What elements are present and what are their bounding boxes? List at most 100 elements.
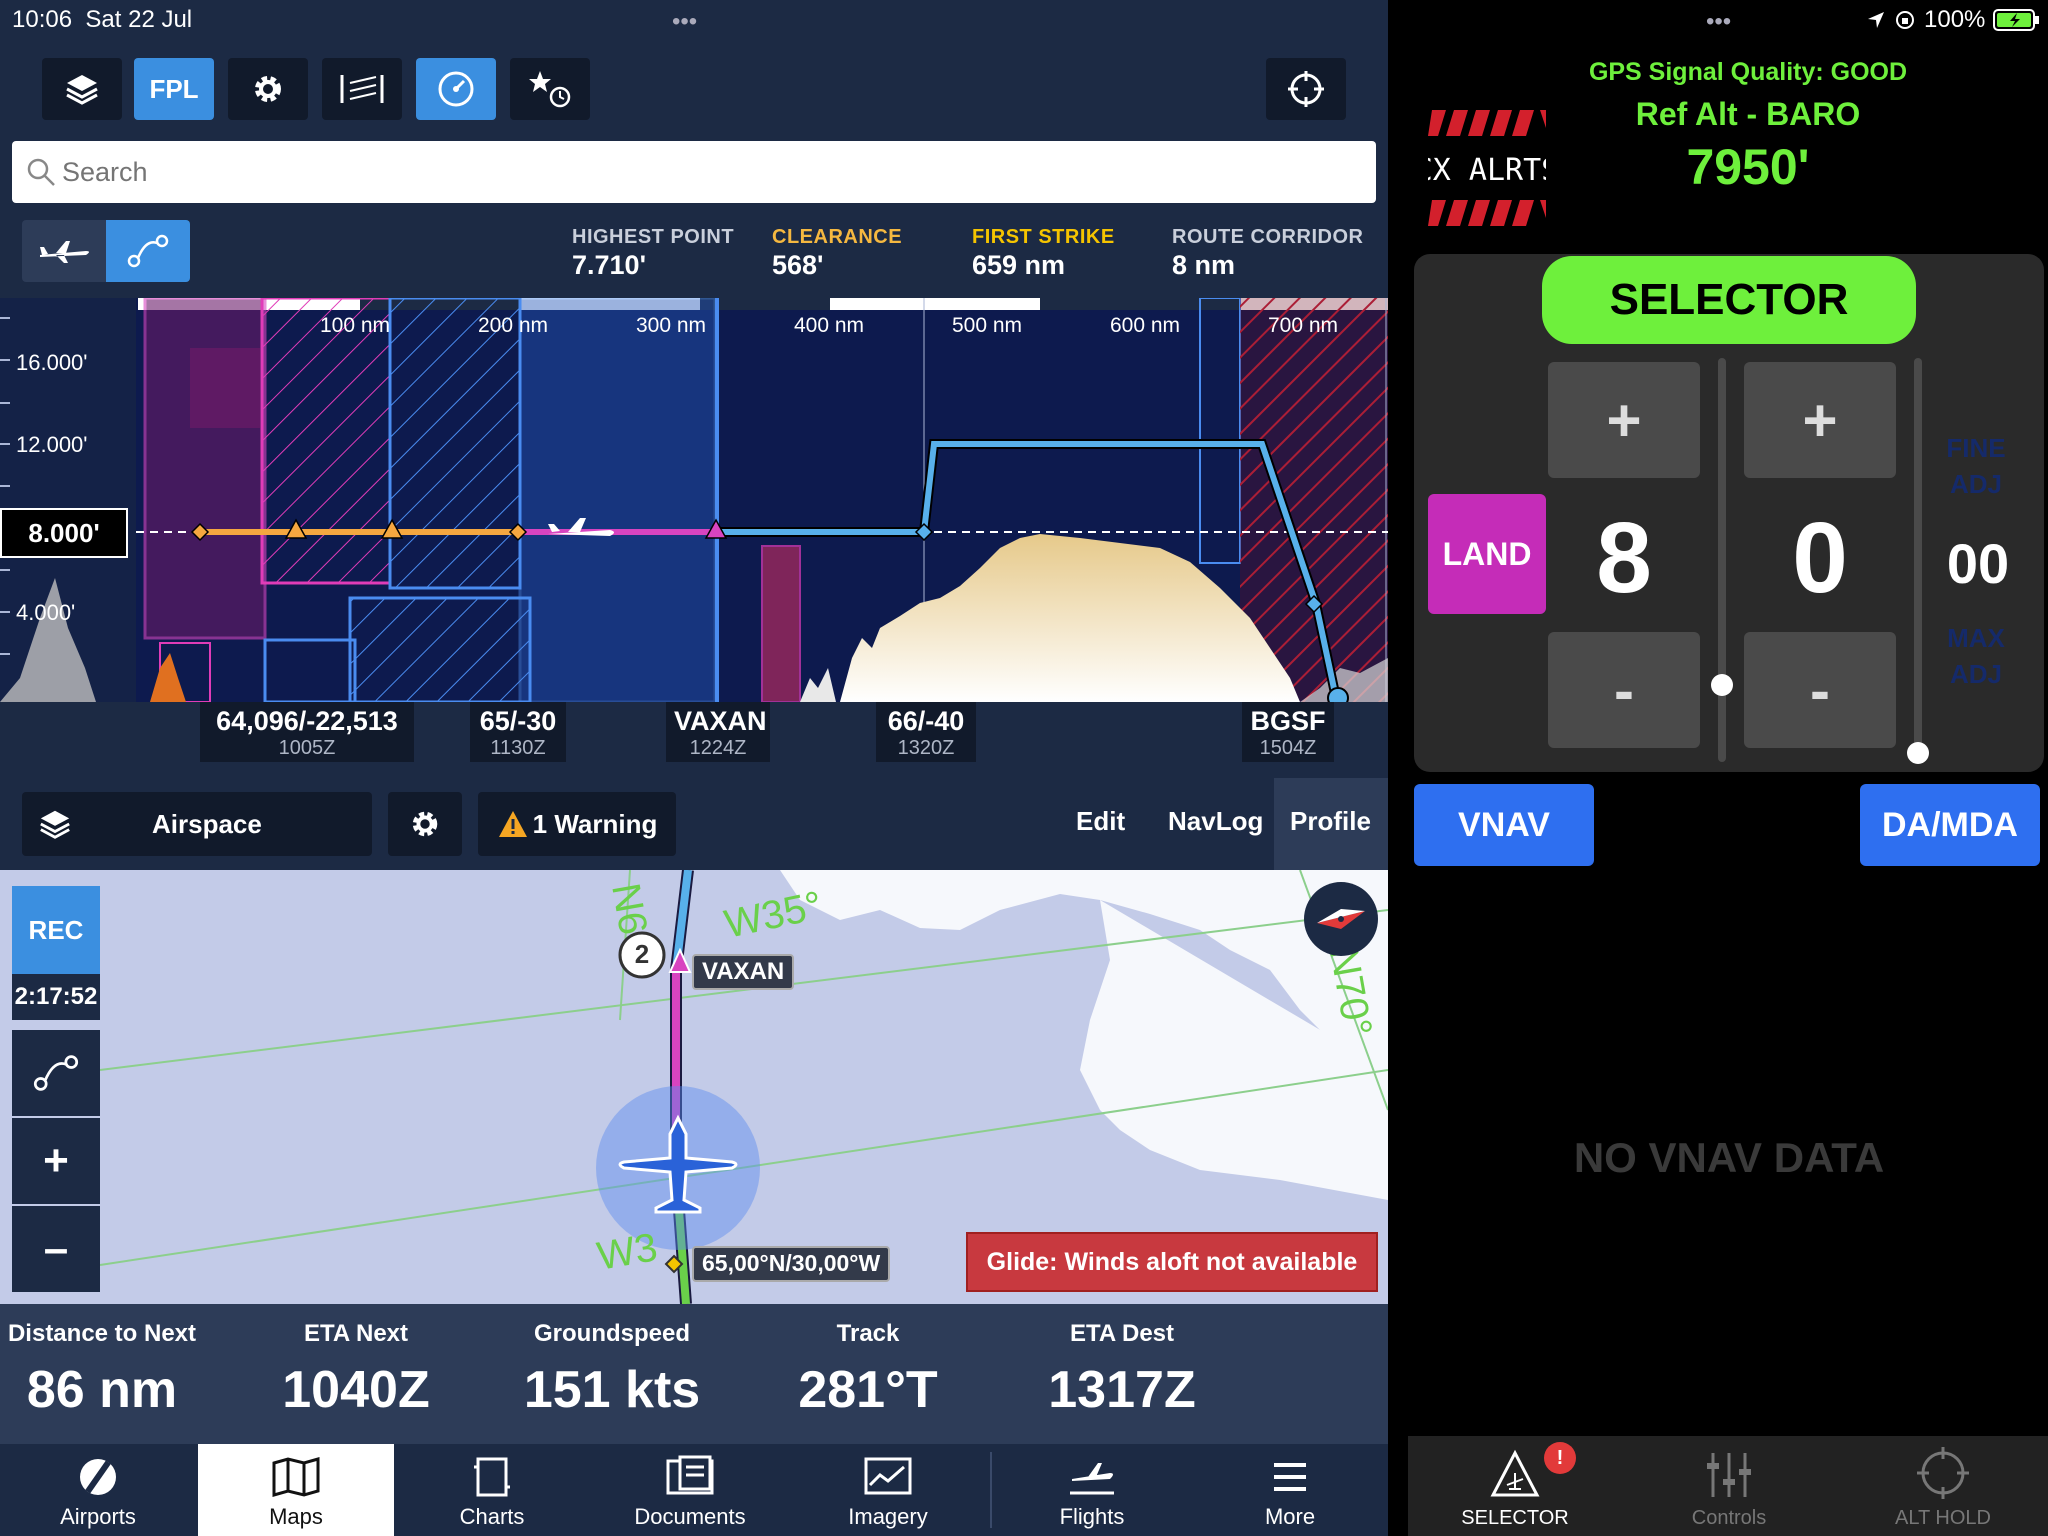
tab-documents[interactable]: Documents bbox=[592, 1444, 788, 1536]
waypoint-label[interactable]: 64,096/-22,513 1005Z bbox=[200, 702, 414, 762]
locate-icon bbox=[1288, 71, 1324, 107]
record-button[interactable]: REC bbox=[12, 886, 100, 974]
compass-button[interactable] bbox=[1304, 882, 1378, 956]
coordinate-label[interactable]: 65,00°N/30,00°W bbox=[692, 1246, 891, 1282]
selector-button[interactable]: SELECTOR bbox=[1542, 256, 1916, 344]
stat-value-1: 568' bbox=[772, 250, 824, 280]
profile-tab-label: Profile bbox=[1290, 806, 1371, 836]
land-button[interactable]: LAND bbox=[1428, 494, 1546, 614]
waypoint-name: VAXAN bbox=[674, 706, 767, 736]
multitask-dots-right[interactable]: ••• bbox=[1706, 8, 1731, 36]
stat-value-2: 659 nm bbox=[972, 250, 1066, 280]
tab-imagery[interactable]: Imagery bbox=[790, 1444, 986, 1536]
fine-adj-slider-track[interactable] bbox=[1718, 358, 1726, 762]
altitude-digit-thousands: 8 bbox=[1596, 501, 1652, 614]
favorites-button[interactable] bbox=[510, 58, 590, 120]
tab-label: Flights bbox=[1059, 1504, 1125, 1529]
stat-value-0: 7.710' bbox=[572, 250, 646, 280]
instrument-value: 151 kts bbox=[523, 1361, 701, 1419]
tab-charts[interactable]: Charts bbox=[394, 1444, 590, 1536]
profile-settings-button[interactable] bbox=[388, 792, 462, 856]
stat-label-3: ROUTE CORRIDOR bbox=[1172, 226, 1364, 248]
layers-icon bbox=[66, 75, 98, 105]
airspace-label: Airspace bbox=[152, 808, 262, 839]
glide-warning-banner[interactable]: Glide: Winds aloft not available bbox=[966, 1232, 1378, 1292]
instrument-label: Track bbox=[836, 1320, 900, 1347]
sliders-icon bbox=[1707, 1453, 1751, 1497]
route-icon bbox=[33, 1055, 79, 1091]
view-aircraft-toggle[interactable] bbox=[22, 220, 106, 282]
waypoint-label[interactable]: 66/-40 1320Z bbox=[876, 702, 976, 762]
tab-more[interactable]: More bbox=[1192, 1444, 1388, 1536]
waypoint-name: 64,096/-22,513 bbox=[216, 706, 398, 736]
tab-flights[interactable]: Flights bbox=[994, 1444, 1190, 1536]
route-tool-button[interactable] bbox=[12, 1030, 100, 1116]
fine-adj-label: FINE ADJ bbox=[1946, 433, 2006, 499]
ref-alt-label: Ref Alt - BARO bbox=[1635, 96, 1861, 132]
center-button[interactable] bbox=[1266, 58, 1346, 120]
waypoint-label[interactable]: BGSF 1504Z bbox=[1242, 702, 1334, 762]
stat-value-3: 8 nm bbox=[1172, 250, 1236, 280]
distance-tick: 300 nm bbox=[636, 314, 707, 337]
tab-controls-label: Controls bbox=[1691, 1507, 1767, 1529]
vnav-button[interactable]: VNAV bbox=[1414, 784, 1594, 866]
zoom-in-button[interactable]: + bbox=[12, 1118, 100, 1204]
current-altitude-box: 8.000' bbox=[0, 508, 128, 558]
max-adj-slider-track[interactable] bbox=[1914, 358, 1922, 756]
foreflight-pane: 10:06 Sat 22 Jul ••• FPL HIGHEST POINT7.… bbox=[0, 0, 1388, 1536]
altitude-tick: 12.000' bbox=[16, 432, 88, 457]
no-vnav-message: NO VNAV DATA bbox=[1573, 1134, 1885, 1181]
settings-button[interactable] bbox=[228, 58, 308, 120]
altitude-tick: 16.000' bbox=[16, 350, 88, 375]
tab-alt-hold[interactable]: ALT HOLD bbox=[1836, 1436, 2048, 1536]
record-timer: 2:17:52 bbox=[12, 974, 100, 1020]
waypoint-time: 1504Z bbox=[1259, 737, 1317, 759]
crosshair-icon bbox=[1917, 1447, 1969, 1499]
digit1-plus-button[interactable]: + bbox=[1548, 362, 1700, 478]
layers-button[interactable] bbox=[42, 58, 122, 120]
fine-adj-slider-thumb[interactable] bbox=[1711, 674, 1733, 696]
edit-tab[interactable]: Edit bbox=[1076, 806, 1125, 837]
multitask-dots[interactable]: ••• bbox=[672, 8, 697, 36]
airplane-icon bbox=[40, 241, 89, 263]
max-adj-slider-thumb[interactable] bbox=[1907, 742, 1929, 764]
waypoint-name: 66/-40 bbox=[887, 706, 965, 736]
tab-controls[interactable]: Controls bbox=[1622, 1436, 1836, 1536]
warning-button[interactable]: 1 Warning bbox=[478, 792, 676, 856]
digit1-minus-button[interactable]: - bbox=[1548, 632, 1700, 748]
distance-tick: 100 nm bbox=[320, 314, 391, 337]
warning-triangle-icon bbox=[498, 811, 527, 837]
navlog-tab[interactable]: NavLog bbox=[1168, 806, 1263, 837]
view-route-toggle[interactable] bbox=[106, 220, 190, 282]
instrument-label: Distance to Next bbox=[7, 1320, 197, 1347]
waypoint-label[interactable]: 65/-30 1130Z bbox=[470, 702, 566, 762]
tab-selector-label: SELECTOR bbox=[1461, 1507, 1569, 1529]
search-input[interactable] bbox=[62, 151, 1362, 193]
moving-map[interactable]: W35° N70° W3 N6 2 VAXAN 65,00°N/30,00°W … bbox=[0, 870, 1388, 1304]
search-bar[interactable] bbox=[12, 141, 1376, 203]
waypoint-label-vaxan[interactable]: VAXAN bbox=[692, 954, 795, 990]
digit2-minus-button[interactable]: - bbox=[1744, 632, 1896, 748]
tab-airports[interactable]: Airports bbox=[0, 1444, 196, 1536]
tab-label: Imagery bbox=[848, 1504, 928, 1529]
battery-percent: 100% bbox=[1924, 6, 1986, 33]
zoom-out-button[interactable]: – bbox=[12, 1206, 100, 1292]
max-adj-label: MAX ADJ bbox=[1947, 623, 2005, 689]
instruments-button[interactable] bbox=[416, 58, 496, 120]
stat-label-0: HIGHEST POINT bbox=[572, 226, 735, 248]
waypoint-label[interactable]: VAXAN 1224Z bbox=[666, 702, 770, 762]
instrument-label: Groundspeed bbox=[533, 1320, 690, 1347]
airspace-layer-button[interactable]: Airspace bbox=[22, 792, 372, 856]
tab-selector[interactable]: SELECTOR bbox=[1408, 1436, 1622, 1536]
waypoint-time: 1224Z bbox=[689, 737, 747, 759]
da-mda-button[interactable]: DA/MDA bbox=[1860, 784, 2040, 866]
tab-maps[interactable]: Maps bbox=[198, 1444, 394, 1536]
fpl-button[interactable]: FPL bbox=[134, 58, 214, 120]
digit2-plus-button[interactable]: + bbox=[1744, 362, 1896, 478]
procedure-button[interactable] bbox=[322, 58, 402, 120]
tab-label: Maps bbox=[269, 1504, 323, 1529]
waypoint-time: 1130Z bbox=[490, 737, 546, 759]
status-icons: 100% bbox=[1866, 6, 2041, 34]
app-root: 10:06 Sat 22 Jul ••• FPL HIGHEST POINT7.… bbox=[0, 0, 2048, 1536]
distance-tick: 200 nm bbox=[478, 314, 549, 337]
